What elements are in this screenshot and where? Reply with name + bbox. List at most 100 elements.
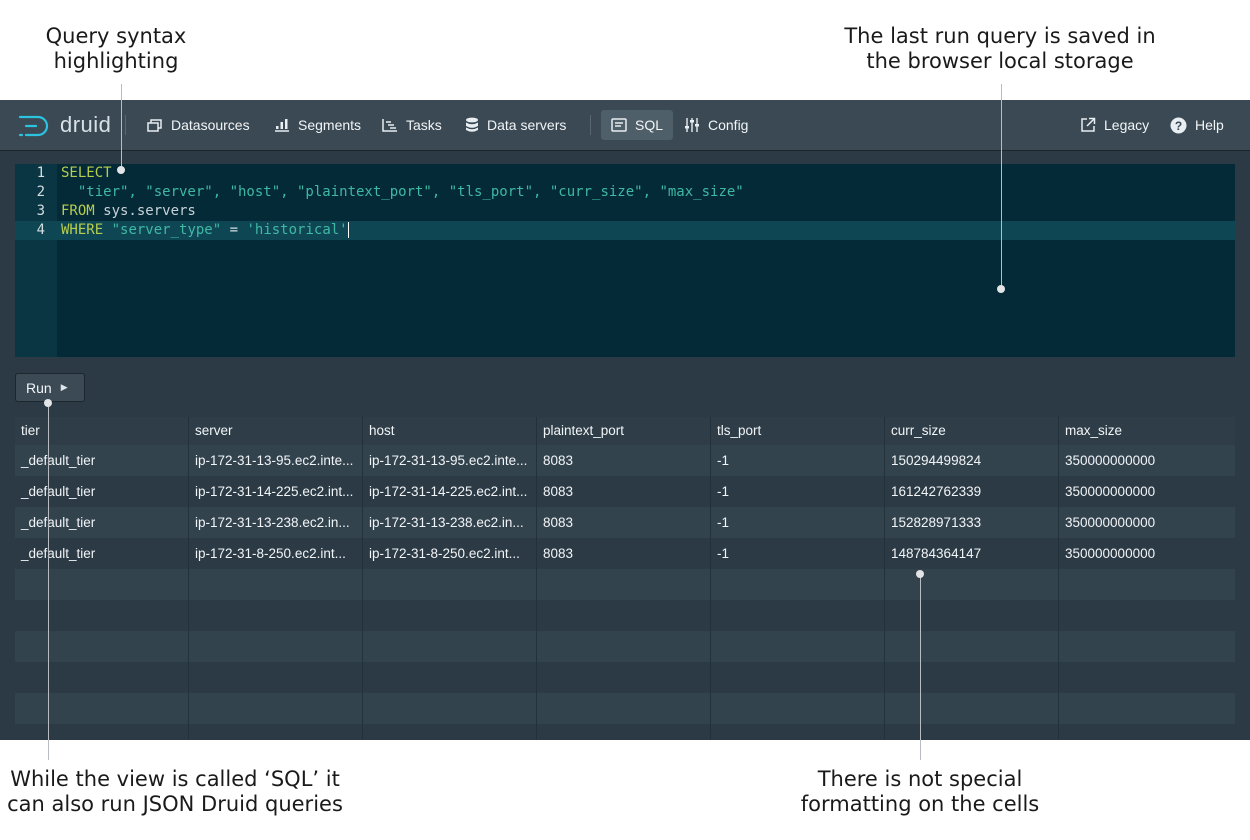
column-header-max-size[interactable]: max_size (1059, 417, 1235, 445)
table-cell (189, 569, 363, 600)
table-row-empty (15, 724, 1235, 740)
column-identifier: "server_type" (111, 222, 222, 238)
annotation-dot (44, 399, 52, 407)
table-row-empty (15, 631, 1235, 662)
tasks-icon (382, 118, 398, 132)
nav-help-label: Help (1195, 117, 1224, 133)
column-header-curr-size[interactable]: curr_size (885, 417, 1059, 445)
line-number: 2 (36, 184, 45, 200)
caret-right-icon: ▶ (60, 382, 68, 392)
annotation-line: formatting on the cells (800, 792, 1040, 816)
table-cell: ip-172-31-8-250.ec2.int... (189, 538, 363, 569)
line-number: 3 (36, 203, 45, 219)
nav-sql[interactable]: SQL (601, 110, 673, 140)
nav-datasources-label: Datasources (171, 117, 250, 133)
table-cell (711, 724, 885, 740)
table-cell: _default_tier (15, 507, 189, 538)
table-cell (15, 600, 189, 631)
nav-config-label: Config (708, 117, 749, 133)
table-cell (885, 693, 1059, 724)
annotation-sql-view: While the view is called ‘SQL’ it can al… (0, 767, 350, 817)
table-cell (363, 631, 537, 662)
table-cell: 350000000000 (1065, 453, 1156, 468)
annotation-leader-line (48, 404, 49, 760)
table-cell: -1 (711, 507, 885, 538)
annotation-syntax-highlighting: Query syntax highlighting (0, 24, 232, 74)
nav-tasks[interactable]: Tasks (375, 110, 449, 140)
table-row-empty (15, 569, 1235, 600)
annotation-dot (997, 285, 1005, 293)
operator: = (221, 222, 247, 238)
table-cell (885, 631, 1059, 662)
table-cell (363, 600, 537, 631)
column-header-tier[interactable]: tier (15, 417, 189, 445)
table-cell (1059, 724, 1235, 740)
nav-segments[interactable]: Segments (267, 110, 368, 140)
nav-legacy-label: Legacy (1104, 117, 1150, 133)
annotation-line: highlighting (53, 49, 179, 73)
table-cell (189, 724, 363, 740)
code-line: 2 "tier", "server", "host", "plaintext_p… (15, 183, 1235, 202)
table-cell: 161242762339 (885, 476, 1059, 507)
nav-legacy[interactable]: Legacy (1073, 110, 1156, 140)
table-cell: 8083 (537, 507, 711, 538)
table-cell (363, 724, 537, 740)
table-cell: 350000000000 (1065, 484, 1156, 499)
nav-config[interactable]: Config (677, 110, 755, 140)
table-cell (189, 693, 363, 724)
run-button[interactable]: Run ▶ (15, 373, 85, 402)
druid-logo-icon (18, 115, 49, 137)
annotation-dot (916, 570, 924, 578)
database-icon (465, 117, 479, 133)
column-header-tls-port[interactable]: tls_port (711, 417, 885, 445)
navbar-divider (590, 115, 591, 135)
code-text: WHERE "server_type" = 'historical' (61, 221, 349, 240)
table-cell (189, 631, 363, 662)
nav-tasks-label: Tasks (406, 117, 442, 133)
table-cell: ip-172-31-13-95.ec2.inte... (363, 445, 537, 476)
annotation-line: There is not special (817, 767, 1023, 791)
table-cell (537, 693, 711, 724)
line-number: 4 (36, 222, 45, 238)
logo-text: druid (60, 112, 112, 137)
table-row: _default_tier ip-172-31-13-95.ec2.inte...… (15, 445, 1235, 476)
table-cell (189, 662, 363, 693)
table-cell (15, 569, 189, 600)
nav-help[interactable]: ? Help (1163, 110, 1231, 140)
table-cell (1059, 662, 1235, 693)
column-header-host[interactable]: host (363, 417, 537, 445)
table-cell: ip-172-31-8-250.ec2.int... (363, 538, 537, 569)
annotation-leader-line (121, 84, 122, 170)
nav-data-servers[interactable]: Data servers (458, 110, 573, 140)
table-cell (885, 600, 1059, 631)
annotation-cell-formatting: There is not special formatting on the c… (770, 767, 1070, 817)
table-cell (363, 662, 537, 693)
table-cell (1059, 600, 1235, 631)
table-cell: ip-172-31-14-225.ec2.int... (363, 476, 537, 507)
line-number: 1 (36, 165, 45, 181)
table-cell: _default_tier (15, 445, 189, 476)
annotation-line: Query syntax (45, 24, 187, 48)
column-header-server[interactable]: server (189, 417, 363, 445)
table-cell (1059, 631, 1235, 662)
annotation-leader-line (920, 576, 921, 760)
table-cell: 8083 (537, 445, 711, 476)
nav-datasources[interactable]: Datasources (140, 110, 257, 140)
table-cell: ip-172-31-13-95.ec2.inte... (189, 445, 363, 476)
table-cell: 8083 (537, 476, 711, 507)
table-cell (363, 693, 537, 724)
query-editor[interactable]: 1 SELECT 2 "tier", "server", "host", "pl… (15, 164, 1235, 357)
string-literal: 'historical' (246, 222, 348, 238)
table-cell (537, 600, 711, 631)
table-cell (885, 662, 1059, 693)
text-cursor (347, 222, 349, 238)
druid-logo[interactable]: druid (18, 110, 111, 140)
code-line: 1 SELECT (15, 164, 1235, 183)
table-cell (885, 569, 1059, 600)
table-cell: _default_tier (15, 476, 189, 507)
column-header-plaintext-port[interactable]: plaintext_port (537, 417, 711, 445)
navbar-divider (125, 115, 126, 135)
table-cell: 8083 (537, 538, 711, 569)
table-header-row: tier server host plaintext_port tls_port curr… (15, 417, 1235, 446)
